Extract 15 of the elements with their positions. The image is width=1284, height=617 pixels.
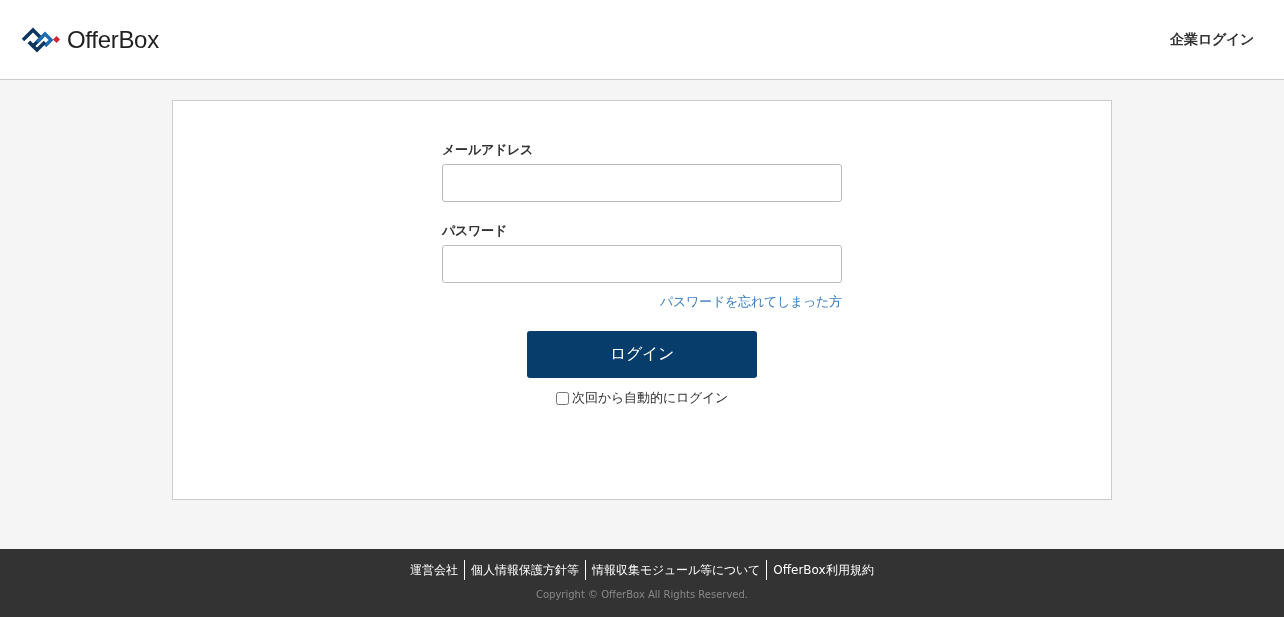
footer-link[interactable]: 個人情報保護方針等	[464, 560, 586, 580]
remember-label: 次回から自動的にログイン	[572, 389, 728, 407]
footer-link[interactable]: 運営会社	[404, 560, 465, 580]
copyright-text: Copyright © OfferBox All Rights Reserved.	[536, 589, 748, 600]
login-button[interactable]: ログイン	[527, 331, 757, 378]
forgot-password-link[interactable]: パスワードを忘れてしまった方	[660, 293, 842, 311]
logo-text: OfferBox	[67, 25, 159, 54]
input-field[interactable]	[442, 164, 842, 202]
remember-checkbox[interactable]	[556, 391, 569, 405]
footer-link[interactable]: OfferBox利用規約	[766, 560, 880, 580]
company-login-link[interactable]: 企業ログイン	[1170, 30, 1254, 49]
input-field[interactable]	[442, 245, 842, 283]
field-label: パスワード	[442, 222, 508, 240]
field-label: メールアドレス	[442, 141, 534, 159]
footer-link[interactable]: 情報収集モジュール等について	[585, 560, 767, 580]
